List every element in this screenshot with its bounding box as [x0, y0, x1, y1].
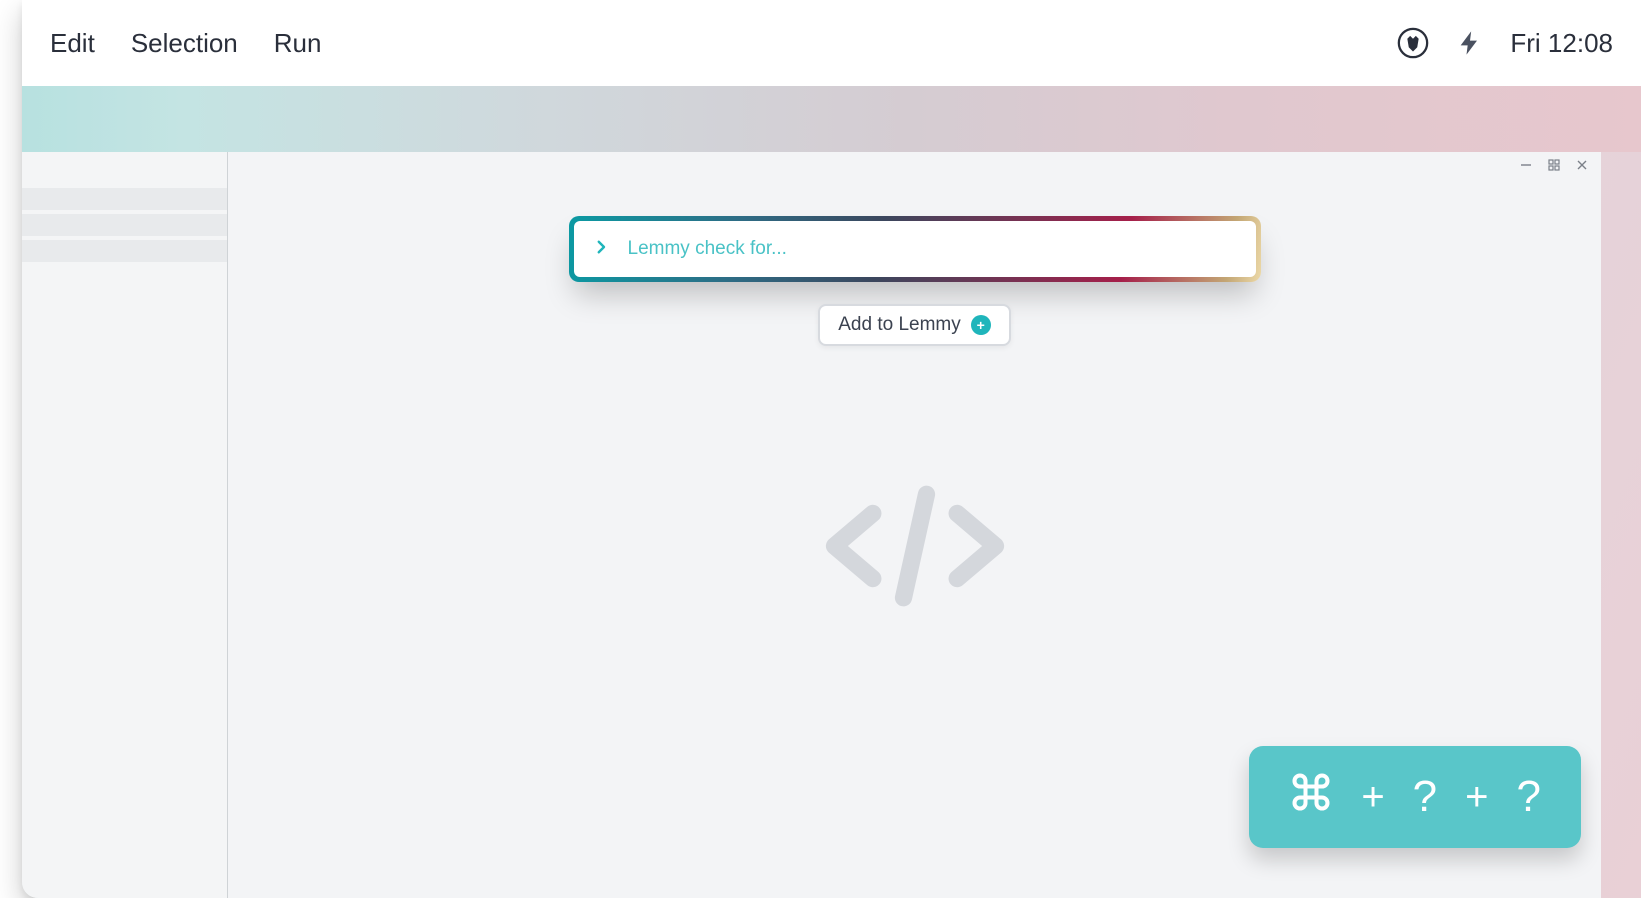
window-controls: [1519, 158, 1589, 172]
search-box-border: [569, 216, 1261, 282]
add-to-lemmy-label: Add to Lemmy: [838, 314, 961, 336]
sidebar: [22, 152, 228, 898]
plus-circle-icon: +: [971, 315, 991, 335]
sidebar-row[interactable]: [22, 188, 227, 210]
menubar-right: Fri 12:08: [1396, 26, 1613, 60]
close-icon[interactable]: [1575, 158, 1589, 172]
chevron-right-icon: [592, 238, 610, 261]
shortcut-sep: +: [1361, 775, 1384, 820]
search-box: [574, 221, 1256, 277]
shortcut-key-1: ?: [1413, 772, 1437, 822]
workspace: Add to Lemmy +: [22, 152, 1641, 898]
title-gradient-band: [22, 86, 1641, 152]
main-panel: Add to Lemmy +: [228, 152, 1641, 898]
menu-selection[interactable]: Selection: [131, 28, 238, 59]
minimize-icon[interactable]: [1519, 158, 1533, 172]
menubar-left: Edit Selection Run: [50, 28, 321, 59]
app-window: Edit Selection Run Fri 12:08: [22, 0, 1641, 898]
menu-run[interactable]: Run: [274, 28, 322, 59]
grid-icon[interactable]: [1547, 158, 1561, 172]
sidebar-row[interactable]: [22, 240, 227, 262]
shortcut-key-2: ?: [1517, 772, 1541, 822]
menu-edit[interactable]: Edit: [50, 28, 95, 59]
clock-label: Fri 12:08: [1510, 28, 1613, 59]
add-to-lemmy-button[interactable]: Add to Lemmy +: [818, 304, 1011, 346]
menubar: Edit Selection Run Fri 12:08: [22, 0, 1641, 86]
bolt-icon[interactable]: [1456, 29, 1484, 57]
shortcut-hint: + ? + ?: [1249, 746, 1581, 848]
brave-icon[interactable]: [1396, 26, 1430, 60]
shortcut-sep: +: [1465, 775, 1488, 820]
code-placeholder-icon: [800, 476, 1030, 616]
command-icon: [1289, 770, 1333, 824]
search-area: Add to Lemmy +: [228, 216, 1601, 616]
sidebar-row[interactable]: [22, 214, 227, 236]
search-input[interactable]: [628, 238, 1238, 260]
